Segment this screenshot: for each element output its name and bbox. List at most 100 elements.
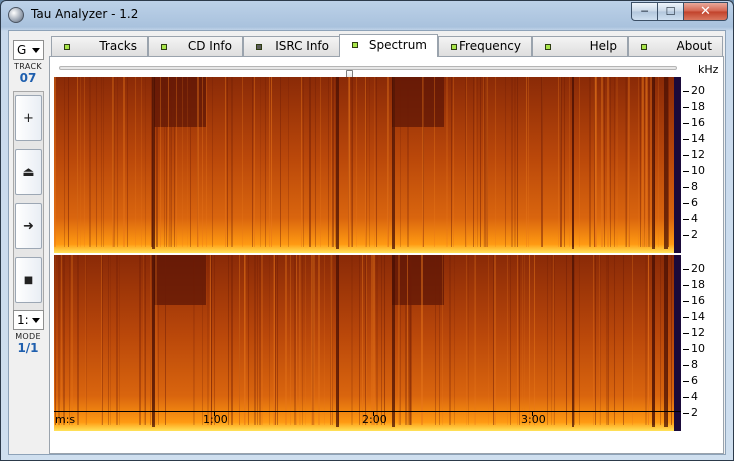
frequency-tick-label: 20 [691,262,705,275]
frequency-tick [683,171,689,172]
frequency-tick [683,301,689,302]
client-area: G TRACK 07 + ⏏ ➜ ■ 1: MODE 1/1 Tracks CD… [8,30,726,455]
tab-label: ISRC Info [275,39,329,53]
chevron-down-icon [32,48,40,53]
frequency-tick [683,91,689,92]
spectrogram-image [54,77,681,253]
add-button[interactable]: + [15,95,42,141]
tab-about[interactable]: About [628,36,723,56]
frequency-tick [683,333,689,334]
stop-icon: ■ [23,274,34,286]
app-icon[interactable] [8,7,24,23]
frequency-tick-label: 18 [691,100,705,113]
frequency-tick-label: 12 [691,148,705,161]
frequency-unit-label: kHz [698,63,719,76]
spectrogram-left-channel [54,77,681,253]
frequency-tick-label: 14 [691,132,705,145]
frequency-tick [683,139,689,140]
frequency-tick [683,219,689,220]
frequency-tick [683,285,689,286]
tab-label: Help [589,39,617,53]
mode-value: 1/1 [17,341,39,355]
tab-tracks[interactable]: Tracks [51,36,148,56]
time-tick-label: 2:00 [362,413,387,426]
tab-help[interactable]: Help [532,36,628,56]
status-led-icon [451,44,457,50]
frequency-tick-label: 10 [691,342,705,355]
tab-label: CD Info [187,39,232,53]
eject-button[interactable]: ⏏ [15,149,42,195]
tab-isrc-info[interactable]: ISRC Info [243,36,340,56]
tab-label: Tracks [99,39,137,53]
frequency-tick [683,269,689,270]
spectrogram-image [54,255,681,431]
stop-button[interactable]: ■ [15,257,42,303]
frequency-tick-label: 8 [691,358,698,371]
tab-label: Spectrum [368,38,427,52]
frequency-tick-label: 12 [691,326,705,339]
sidebar: G TRACK 07 + ⏏ ➜ ■ 1: MODE 1/1 [11,34,45,454]
frequency-tick [683,317,689,318]
plus-icon: + [23,110,34,126]
frequency-tick [683,397,689,398]
tab-cd-info[interactable]: CD Info [148,36,243,56]
frequency-tick [683,365,689,366]
frequency-tick-label: 6 [691,374,698,387]
frequency-tick [683,413,689,414]
frequency-tick [683,235,689,236]
frequency-tick-label: 6 [691,196,698,209]
track-label: TRACK [14,62,42,71]
drive-select-value: G [17,43,27,57]
frequency-tick [683,381,689,382]
status-led-icon [641,44,647,50]
frequency-tick [683,187,689,188]
status-led-icon [161,44,167,50]
title-bar[interactable]: Tau Analyzer - 1.2 ─ ☐ ✕ [1,1,733,29]
status-led-icon [256,44,262,50]
time-axis-unit: m:s [55,413,76,426]
frequency-tick-label: 18 [691,278,705,291]
frequency-tick-label: 4 [691,390,698,403]
frequency-tick [683,349,689,350]
chevron-down-icon [32,318,40,323]
frequency-tick-label: 20 [691,84,705,97]
time-axis-line [54,411,681,412]
app-window: Tau Analyzer - 1.2 ─ ☐ ✕ G TRACK 07 + ⏏ … [0,0,734,461]
mode-label: MODE [15,332,41,341]
window-controls: ─ ☐ ✕ [631,2,728,21]
frequency-tick-label: 16 [691,294,705,307]
frequency-tick-label: 2 [691,406,698,419]
transport-panel: + ⏏ ➜ ■ [13,91,44,327]
tab-label: Frequency [459,39,521,53]
window-title: Tau Analyzer - 1.2 [31,7,139,21]
frequency-tick [683,123,689,124]
eject-icon: ⏏ [22,164,35,180]
frequency-tick-label: 8 [691,180,698,193]
time-tick-label: 3:00 [521,413,546,426]
frequency-tick [683,155,689,156]
minimize-button[interactable]: ─ [631,2,658,21]
play-button[interactable]: ➜ [15,203,42,249]
frequency-tick-label: 4 [691,212,698,225]
drive-select[interactable]: G [13,40,44,60]
tab-label: About [676,39,712,53]
track-number: 07 [19,71,37,85]
frequency-tick [683,203,689,204]
close-button[interactable]: ✕ [684,2,728,21]
frequency-tick-label: 10 [691,164,705,177]
spectrum-panel: kHz 20 18 16 14 12 10 8 6 4 2 20 18 16 14 12 10 8 6 4 2 m:s… [49,56,724,454]
mode-select[interactable]: 1: [13,310,44,330]
status-led-icon [64,44,70,50]
frequency-tick-label: 16 [691,116,705,129]
tab-bar: Tracks CD Info ISRC Info Spectrum Freque… [51,34,723,57]
arrow-right-icon: ➜ [23,218,34,234]
maximize-button[interactable]: ☐ [658,2,684,21]
frequency-tick [683,107,689,108]
frequency-tick-label: 14 [691,310,705,323]
position-slider[interactable] [59,66,677,82]
tab-spectrum[interactable]: Spectrum [339,34,438,57]
frequency-tick-label: 2 [691,228,698,241]
spectrogram-right-channel [54,255,681,431]
time-tick-label: 1:00 [203,413,228,426]
tab-frequency[interactable]: Frequency [438,36,532,56]
